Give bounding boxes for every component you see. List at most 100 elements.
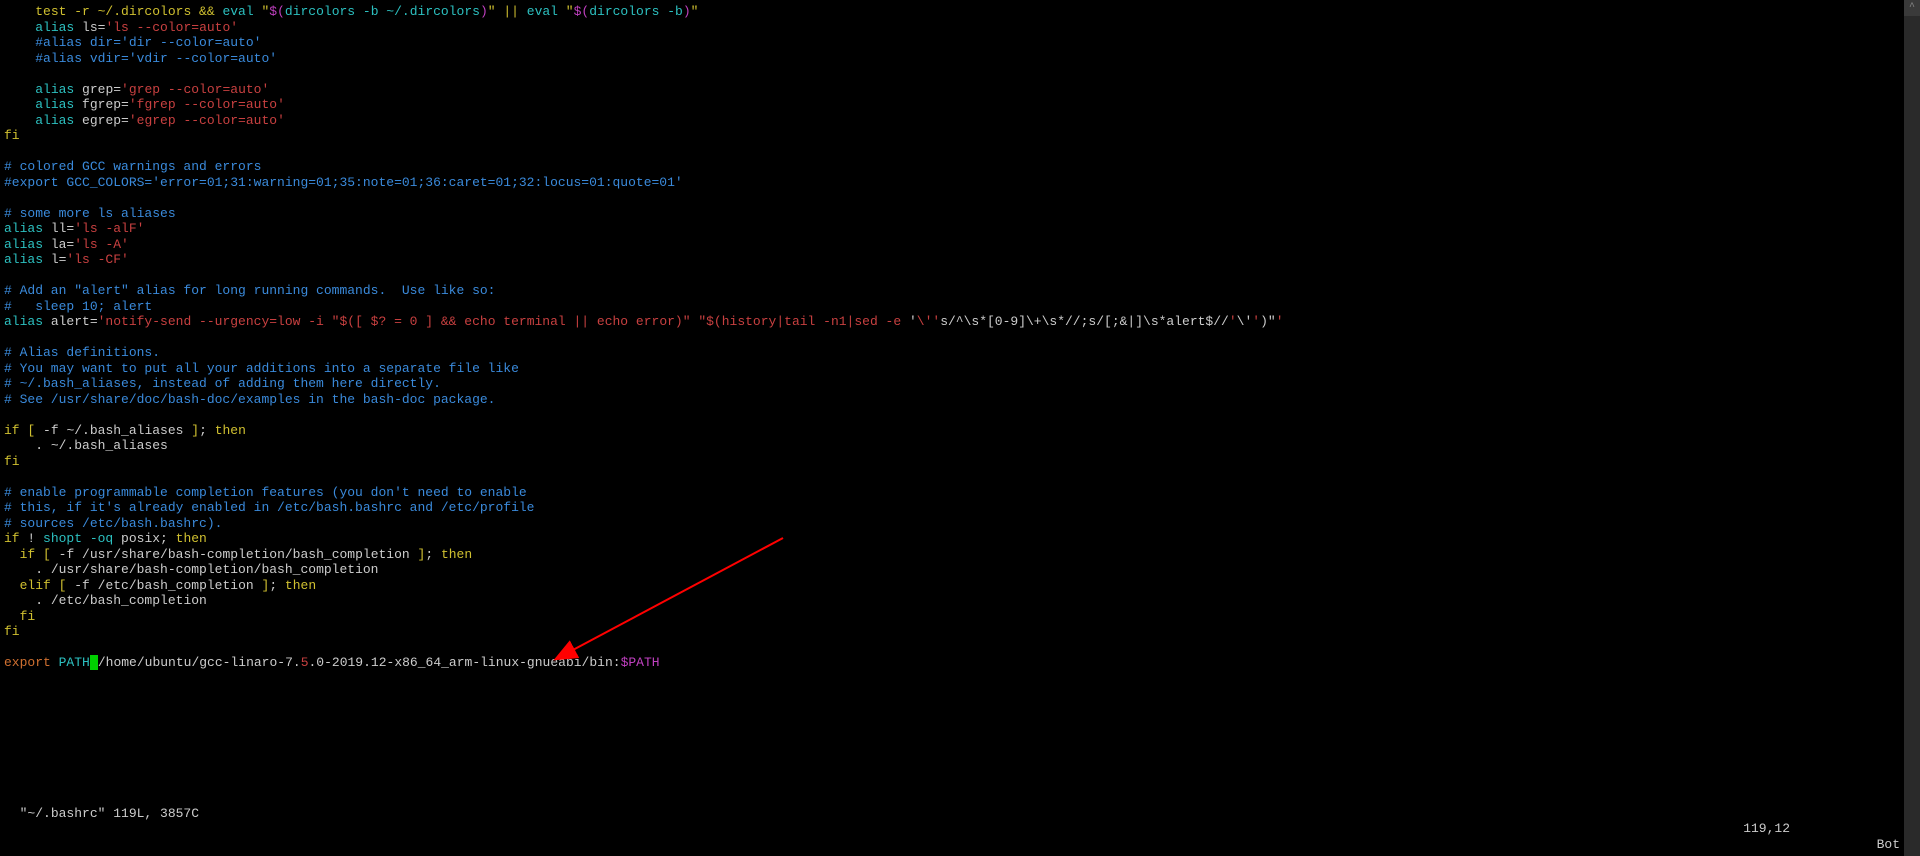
code-token: # See /usr/share/doc/bash-doc/examples i… — [4, 392, 495, 407]
code-line: alias l='ls -CF' — [4, 252, 1900, 268]
code-token: alias — [4, 252, 43, 267]
code-token: # Add an "alert" alias for long running … — [4, 283, 495, 298]
code-token: alias — [35, 113, 74, 128]
code-line: . /etc/bash_completion — [4, 593, 1900, 609]
code-token: " — [254, 4, 270, 19]
code-token: ll= — [43, 221, 74, 236]
code-line: # enable programmable completion feature… — [4, 485, 1900, 501]
code-line — [4, 330, 1900, 346]
vim-cursor — [90, 655, 98, 670]
code-token: fgrep= — [74, 97, 129, 112]
code-token: $PATH — [621, 655, 660, 670]
code-token: shopt -oq — [43, 531, 113, 546]
code-line: if ! shopt -oq posix; then — [4, 531, 1900, 547]
code-token: ' — [909, 314, 917, 329]
code-token: 'egrep --color=auto' — [129, 113, 285, 128]
code-token: if — [20, 547, 36, 562]
code-token: ] — [191, 423, 199, 438]
status-scroll-pos: Bot — [1877, 837, 1900, 853]
code-line — [4, 407, 1900, 423]
code-token: $( — [269, 4, 285, 19]
code-token — [51, 655, 59, 670]
code-token: export — [4, 655, 51, 670]
code-token: 'ls --color=auto' — [105, 20, 238, 35]
code-token: ; — [269, 578, 285, 593]
code-token: # ~/.bash_aliases, instead of adding the… — [4, 376, 441, 391]
code-token: # You may want to put all your additions… — [4, 361, 519, 376]
code-token: alias — [4, 221, 43, 236]
code-token: if — [4, 423, 20, 438]
code-token: #export GCC_COLORS='error=01;31:warning=… — [4, 175, 683, 190]
scroll-up-arrow-icon[interactable]: ^ — [1904, 0, 1920, 16]
code-line: alias ls='ls --color=auto' — [4, 20, 1900, 36]
code-token: ! — [20, 531, 43, 546]
code-line: if [ -f ~/.bash_aliases ]; then — [4, 423, 1900, 439]
code-token: 'fgrep --color=auto' — [129, 97, 285, 112]
code-line: fi — [4, 609, 1900, 625]
code-token: # this, if it's already enabled in /etc/… — [4, 500, 535, 515]
code-token: $( — [574, 4, 590, 19]
code-token: 'notify-send --urgency=low -i "$([ $? = … — [98, 314, 909, 329]
code-token: alert= — [43, 314, 98, 329]
code-token: .0-2019.12-x86_64_arm-linux-gnueabi/bin: — [309, 655, 621, 670]
code-line: #alias vdir='vdir --color=auto' — [4, 51, 1900, 67]
terminal-viewport[interactable]: test -r ~/.dircolors && eval "$(dircolor… — [0, 0, 1904, 856]
code-line: test -r ~/.dircolors && eval "$(dircolor… — [4, 4, 1900, 20]
code-line: # colored GCC warnings and errors — [4, 159, 1900, 175]
code-token: # Alias definitions. — [4, 345, 160, 360]
code-token: PATH — [59, 655, 90, 670]
code-token: fi — [4, 624, 20, 639]
code-token: ; — [199, 423, 215, 438]
code-token: then — [176, 531, 207, 546]
code-line — [4, 144, 1900, 160]
code-line: # You may want to put all your additions… — [4, 361, 1900, 377]
code-token: . ~/.bash_aliases — [35, 438, 168, 453]
code-line: # this, if it's already enabled in /etc/… — [4, 500, 1900, 516]
code-token: [ — [43, 547, 51, 562]
code-token: 'grep --color=auto' — [121, 82, 269, 97]
code-token: then — [441, 547, 472, 562]
code-token: -f ~/.bash_aliases — [35, 423, 191, 438]
code-token: l= — [43, 252, 66, 267]
code-token: )" — [1260, 314, 1276, 329]
code-token: eval — [527, 4, 558, 19]
vim-status-line: "~/.bashrc" 119L, 3857C 119,12 Bot — [4, 790, 1900, 852]
code-token — [51, 578, 59, 593]
code-line: # Add an "alert" alias for long running … — [4, 283, 1900, 299]
code-line: alias fgrep='fgrep --color=auto' — [4, 97, 1900, 113]
code-token: \' — [1237, 314, 1253, 329]
code-token: alias — [35, 97, 74, 112]
status-file: "~/.bashrc" 119L, 3857C — [20, 806, 199, 821]
code-token: 'ls -A' — [74, 237, 129, 252]
code-token: . /etc/bash_completion — [35, 593, 207, 608]
code-token: 5 — [301, 655, 309, 670]
code-line: alias grep='grep --color=auto' — [4, 82, 1900, 98]
code-token: # sleep 10; alert — [4, 299, 152, 314]
scrollbar[interactable]: ^ — [1904, 0, 1920, 856]
code-line: alias la='ls -A' — [4, 237, 1900, 253]
code-line: elif [ -f /etc/bash_completion ]; then — [4, 578, 1900, 594]
code-token: s/^\s*[0-9]\+\s*//;s/[;&|]\s*alert$// — [940, 314, 1229, 329]
code-line — [4, 268, 1900, 284]
code-token: " — [558, 4, 574, 19]
code-token: then — [215, 423, 246, 438]
code-token: ' — [1252, 314, 1260, 329]
code-token: ' — [1229, 314, 1237, 329]
code-line — [4, 66, 1900, 82]
code-line — [4, 190, 1900, 206]
code-token: alias — [35, 20, 74, 35]
code-line: # sources /etc/bash.bashrc). — [4, 516, 1900, 532]
code-line: # Alias definitions. — [4, 345, 1900, 361]
code-token: eval — [222, 4, 253, 19]
code-line: #alias dir='dir --color=auto' — [4, 35, 1900, 51]
code-token: . /usr/share/bash-completion/bash_comple… — [35, 562, 378, 577]
code-line: alias ll='ls -alF' — [4, 221, 1900, 237]
code-line: # See /usr/share/doc/bash-doc/examples i… — [4, 392, 1900, 408]
code-token: #alias vdir='vdir --color=auto' — [35, 51, 277, 66]
status-cursor-pos: 119,12 — [1743, 821, 1790, 837]
code-line: if [ -f /usr/share/bash-completion/bash_… — [4, 547, 1900, 563]
code-token: if — [4, 531, 20, 546]
code-token: || — [496, 4, 527, 19]
code-token: 'ls -alF' — [74, 221, 144, 236]
code-line: fi — [4, 128, 1900, 144]
